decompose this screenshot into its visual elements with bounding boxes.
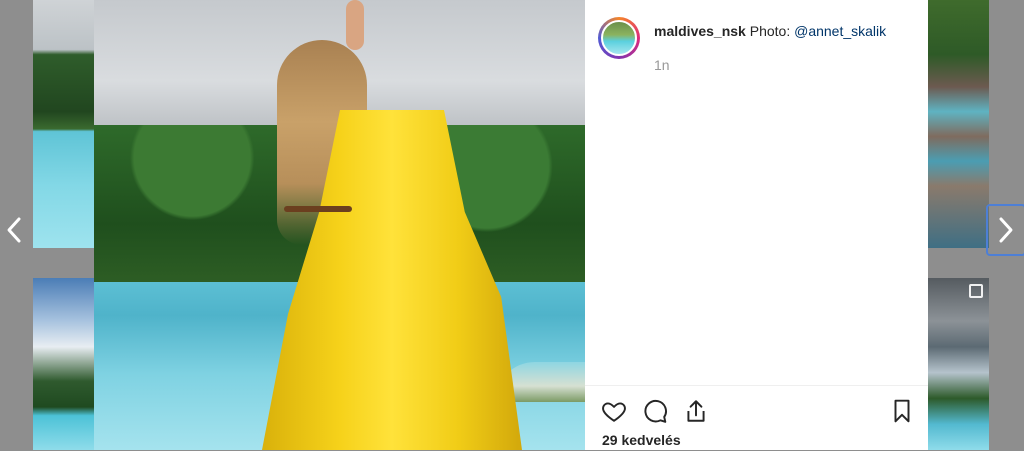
next-post-button[interactable] (986, 204, 1024, 256)
comment-icon (644, 399, 667, 423)
share-icon (687, 400, 705, 422)
heart-icon (602, 402, 626, 422)
bookmark-icon (894, 399, 910, 423)
post-photo[interactable] (94, 0, 585, 450)
post-header: maldives_nsk Photo: @annet_skalik 1n (585, 0, 928, 80)
mention-link[interactable]: @annet_skalik (794, 23, 886, 39)
share-button[interactable] (682, 397, 710, 425)
like-button[interactable] (600, 397, 628, 425)
thumbnail-bottom-left[interactable] (33, 278, 94, 450)
save-button[interactable] (888, 397, 916, 425)
previous-post-button[interactable] (0, 206, 32, 254)
comment-button[interactable] (641, 397, 669, 425)
post-actions-bar: 29 kedvelés (585, 385, 928, 451)
chevron-right-icon (999, 217, 1013, 243)
chevron-left-icon (7, 217, 21, 243)
post-caption: maldives_nsk Photo: @annet_skalik (654, 23, 886, 39)
post-timestamp[interactable]: 1n (654, 57, 670, 73)
thumbnail-top-right[interactable] (928, 0, 989, 248)
avatar-story-ring[interactable] (598, 17, 640, 59)
caption-text: Photo: (749, 23, 791, 39)
thumbnail-top-left[interactable] (33, 0, 94, 248)
thumbnail-bottom-right[interactable] (928, 278, 989, 450)
avatar[interactable] (601, 20, 637, 56)
photo-belt (284, 206, 352, 212)
post-details-panel: maldives_nsk Photo: @annet_skalik 1n 29 … (585, 0, 928, 450)
multiple-photos-icon (969, 284, 983, 298)
like-count[interactable]: 29 kedvelés (602, 432, 681, 448)
photo-arm (346, 0, 364, 50)
username-link[interactable]: maldives_nsk (654, 23, 746, 39)
